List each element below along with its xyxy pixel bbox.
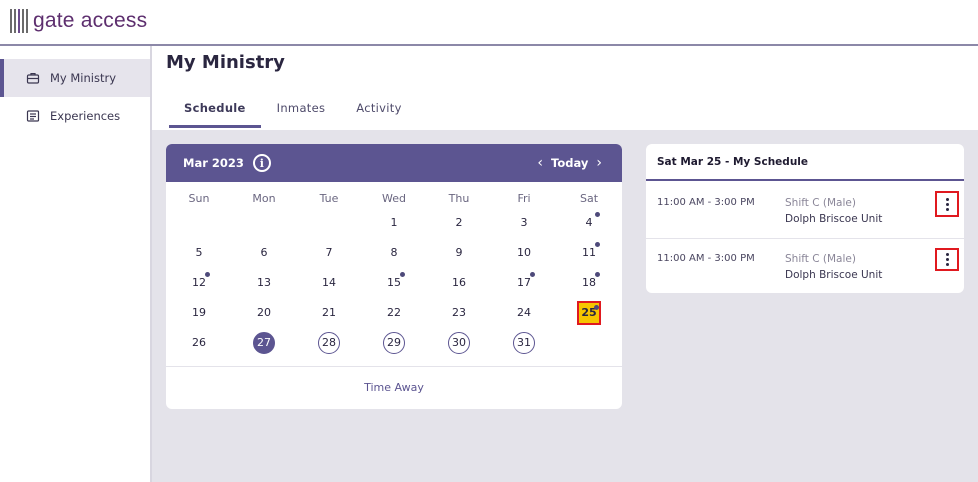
briefcase-icon: [26, 71, 40, 85]
calendar-day[interactable]: 19: [176, 302, 222, 324]
calendar-day[interactable]: 11: [566, 242, 612, 264]
calendar-day[interactable]: 6: [241, 242, 287, 264]
calendar-day[interactable]: 16: [436, 272, 482, 294]
calendar-header: Mar 2023 i ‹ Today ›: [166, 144, 622, 182]
tab-bar: Schedule Inmates Activity: [169, 98, 418, 128]
sidebar-item-my-ministry[interactable]: My Ministry: [0, 59, 150, 97]
sidebar-item-experiences[interactable]: Experiences: [0, 97, 150, 135]
calendar-day[interactable]: 20: [241, 302, 287, 324]
calendar-day[interactable]: 31: [501, 332, 547, 354]
schedule-entry: 11:00 AM - 3:00 PM Shift C (Male) Dolph …: [646, 238, 964, 293]
schedule-time: 11:00 AM - 3:00 PM: [657, 197, 755, 208]
time-away-link[interactable]: Time Away: [166, 366, 622, 409]
calendar-day[interactable]: 9: [436, 242, 482, 264]
weekday-label: Mon: [252, 192, 276, 205]
weekday-label: Thu: [448, 192, 470, 205]
calendar-day[interactable]: 27: [241, 332, 287, 354]
event-dot: [595, 212, 600, 217]
gate-access-logo[interactable]: gate access: [10, 6, 147, 36]
calendar-day[interactable]: 15: [371, 272, 417, 294]
event-dot: [595, 242, 600, 247]
calendar-nav: ‹ Today ›: [529, 144, 610, 182]
main-content: Mar 2023 i ‹ Today › Sun Mon Tue Wed Thu Fri S…: [152, 130, 978, 482]
calendar-day[interactable]: 10: [501, 242, 547, 264]
sidebar-item-label: My Ministry: [50, 71, 117, 85]
info-icon[interactable]: i: [252, 154, 271, 172]
schedule-shift: Shift C (Male): [785, 253, 856, 265]
calendar-day[interactable]: 1: [371, 212, 417, 234]
calendar-day[interactable]: 26: [176, 332, 222, 354]
brand-name: gate access: [33, 9, 148, 32]
list-icon: [26, 109, 40, 123]
chevron-right-icon[interactable]: ›: [596, 155, 602, 171]
schedule-card: Sat Mar 25 - My Schedule 11:00 AM - 3:00…: [646, 144, 964, 293]
calendar-day[interactable]: 2: [436, 212, 482, 234]
logo-mark-icon: [10, 9, 30, 33]
calendar-day[interactable]: 12: [176, 272, 222, 294]
more-options-icon[interactable]: [935, 191, 959, 217]
schedule-shift: Shift C (Male): [785, 197, 856, 209]
tab-activity[interactable]: Activity: [341, 98, 416, 128]
calendar-day[interactable]: 23: [436, 302, 482, 324]
event-dot: [530, 272, 535, 277]
schedule-time: 11:00 AM - 3:00 PM: [657, 253, 755, 264]
calendar-day[interactable]: 13: [241, 272, 287, 294]
chevron-left-icon[interactable]: ‹: [537, 155, 543, 171]
calendar-day[interactable]: 24: [501, 302, 547, 324]
calendar-day[interactable]: 4: [566, 212, 612, 234]
calendar-day[interactable]: 18: [566, 272, 612, 294]
weekday-label: Sun: [188, 192, 210, 205]
schedule-unit: Dolph Briscoe Unit: [785, 269, 883, 281]
page-title: My Ministry: [166, 52, 285, 73]
calendar-day[interactable]: 22: [371, 302, 417, 324]
event-dot: [594, 305, 599, 310]
tab-schedule[interactable]: Schedule: [169, 98, 261, 128]
calendar-day[interactable]: 30: [436, 332, 482, 354]
calendar-day[interactable]: 17: [501, 272, 547, 294]
calendar-day[interactable]: 7: [306, 242, 352, 264]
calendar-day[interactable]: 8: [371, 242, 417, 264]
more-options-icon[interactable]: [935, 248, 959, 271]
calendar-grid: Sun Mon Tue Wed Thu Fri Sat 1 2 3 4 5 6 7 8 9 10 11 12 13 14…: [166, 182, 622, 366]
today-button[interactable]: Today: [551, 156, 588, 170]
event-dot: [205, 272, 210, 277]
calendar-day[interactable]: 21: [306, 302, 352, 324]
schedule-title: Sat Mar 25 - My Schedule: [646, 144, 964, 181]
tab-inmates[interactable]: Inmates: [262, 98, 341, 128]
weekday-label: Fri: [517, 192, 531, 205]
calendar-day[interactable]: 29: [371, 332, 417, 354]
weekday-label: Sat: [579, 192, 599, 205]
calendar-day[interactable]: 28: [306, 332, 352, 354]
weekday-label: Wed: [382, 192, 406, 205]
calendar-card: Mar 2023 i ‹ Today › Sun Mon Tue Wed Thu Fri S…: [166, 144, 622, 409]
schedule-unit: Dolph Briscoe Unit: [785, 213, 883, 225]
sidebar: My Ministry Experiences: [0, 46, 152, 482]
calendar-day[interactable]: 5: [176, 242, 222, 264]
top-bar: gate access: [0, 0, 978, 44]
weekday-label: Tue: [319, 192, 339, 205]
schedule-entry: 11:00 AM - 3:00 PM Shift C (Male) Dolph …: [646, 183, 964, 239]
event-dot: [595, 272, 600, 277]
calendar-month-label: Mar 2023: [183, 156, 244, 170]
calendar-day[interactable]: 14: [306, 272, 352, 294]
calendar-day[interactable]: 3: [501, 212, 547, 234]
event-dot: [400, 272, 405, 277]
sidebar-item-label: Experiences: [50, 109, 121, 123]
page-header: My Ministry Schedule Inmates Activity: [152, 46, 978, 130]
